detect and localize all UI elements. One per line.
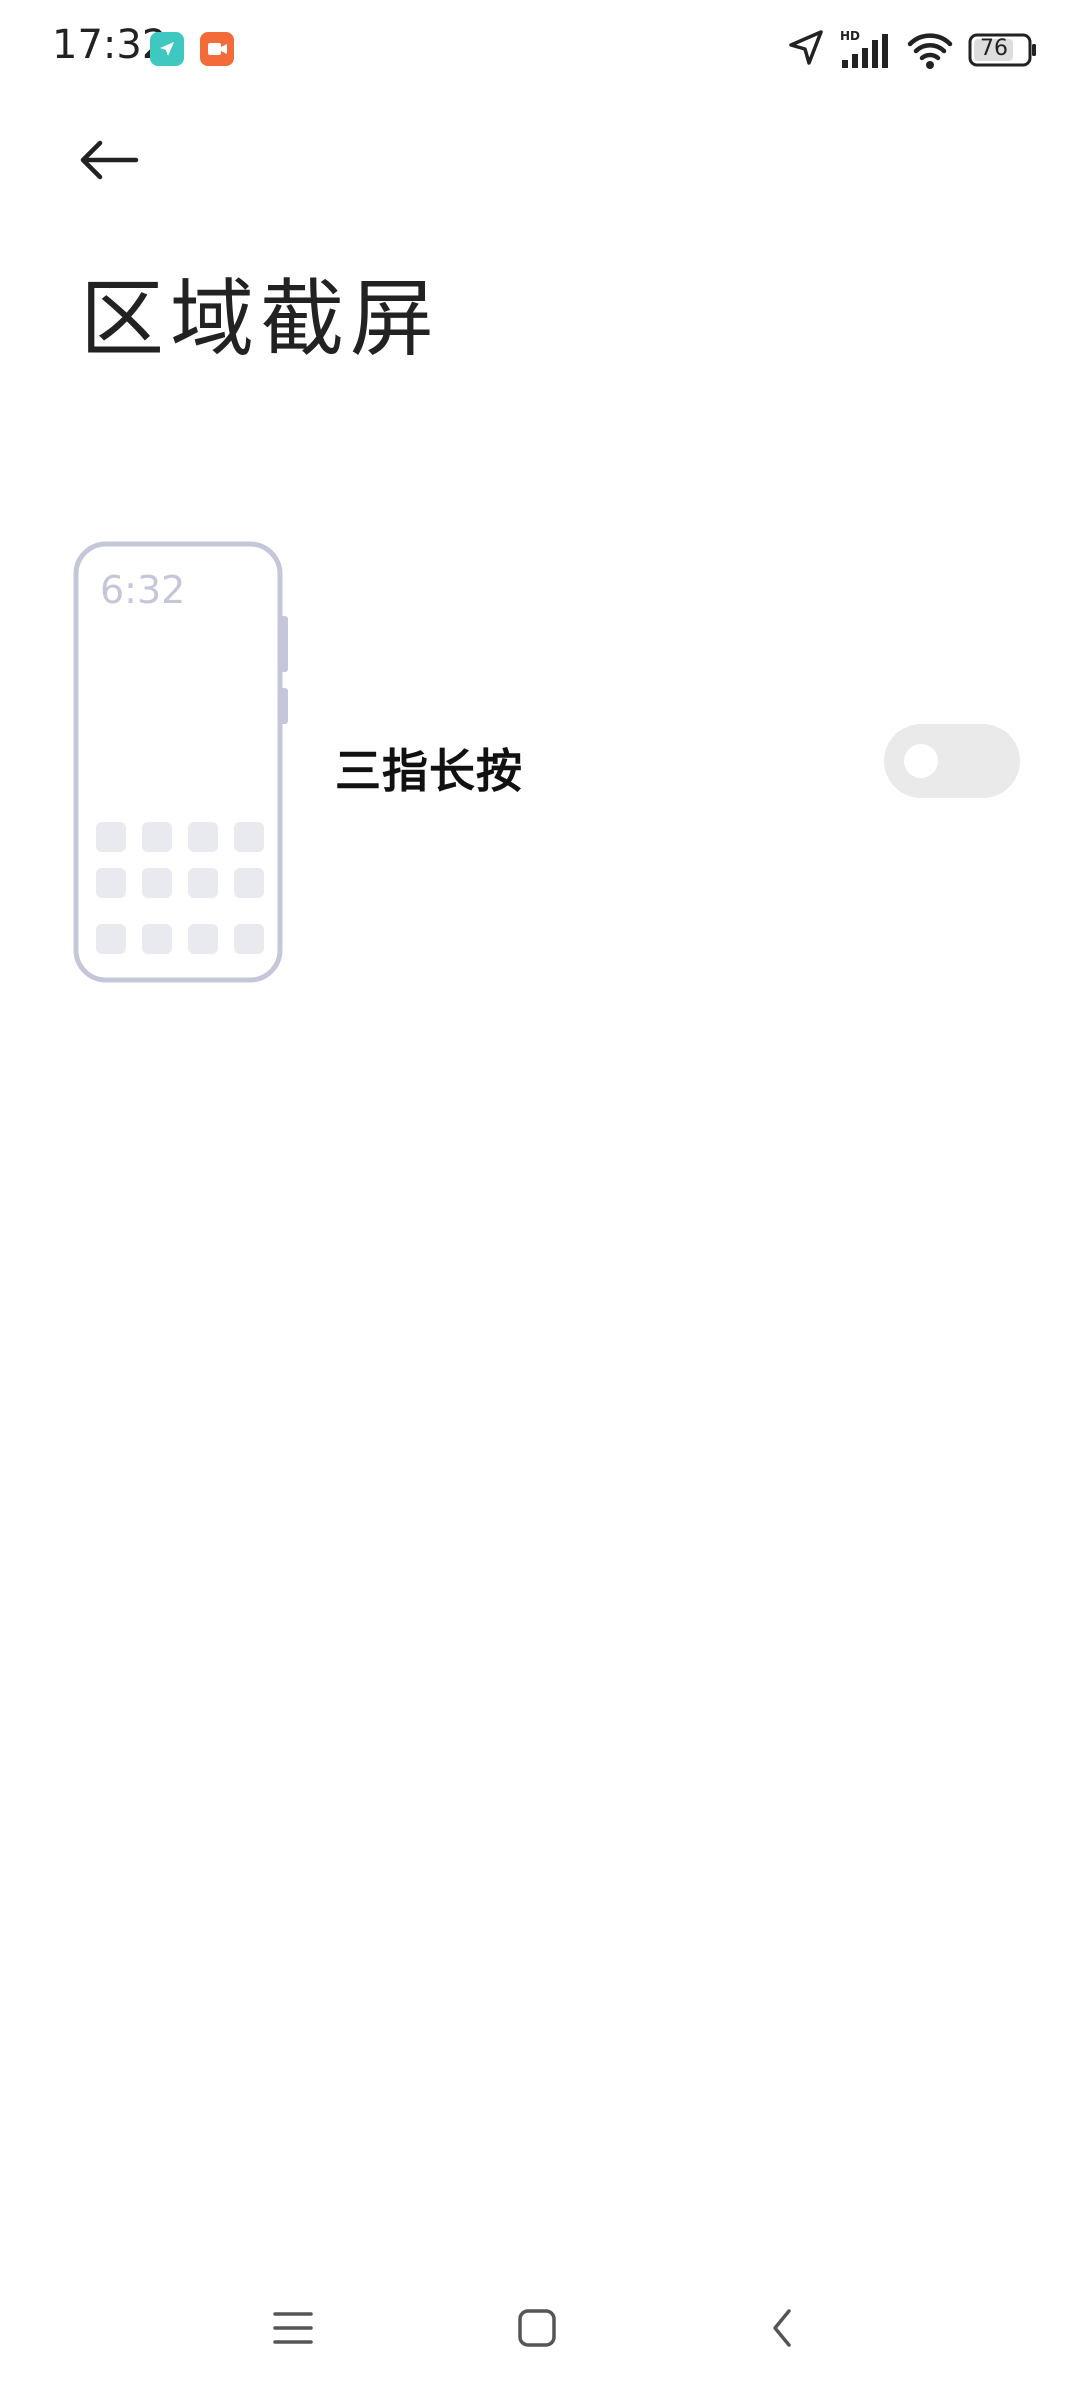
screen: 17:32 HD 76 区域截屏 6:32 三指长按 (0, 0, 1080, 2400)
menu-icon (273, 2312, 313, 2344)
home-icon (518, 2309, 556, 2347)
battery-level: 76 (980, 36, 1008, 61)
location-arrow-icon (786, 28, 826, 72)
wifi-icon (906, 28, 954, 76)
home-button[interactable] (497, 2288, 577, 2368)
nav-bar (0, 2260, 1080, 2400)
phone-illustration: 6:32 (72, 540, 290, 984)
navigation-app-icon (150, 32, 184, 66)
arrow-left-icon (80, 140, 139, 180)
hd-label: HD (840, 29, 860, 43)
status-bar: 17:32 HD 76 (0, 0, 1080, 100)
system-back-button[interactable] (742, 2288, 822, 2368)
back-button[interactable] (70, 128, 148, 192)
page-title: 区域截屏 (80, 270, 441, 368)
setting-label-three-finger-press: 三指长按 (335, 744, 523, 798)
recent-apps-button[interactable] (253, 2288, 333, 2368)
hd-signal-icon: HD (838, 28, 894, 76)
battery-icon: 76 (968, 32, 1038, 72)
back-chevron-icon (773, 2309, 791, 2347)
illustration-clock: 6:32 (100, 568, 186, 612)
recorder-app-icon (200, 32, 234, 66)
toggle-knob (904, 744, 938, 778)
three-finger-press-toggle[interactable] (884, 724, 1020, 798)
